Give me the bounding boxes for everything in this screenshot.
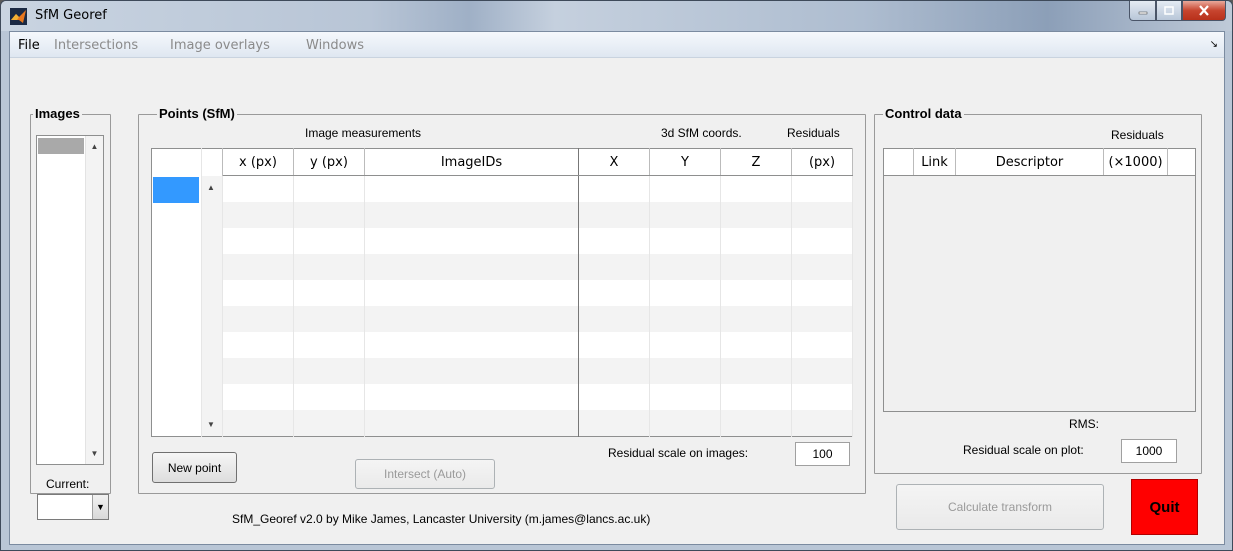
points-table-scroll-top xyxy=(201,148,223,176)
points-list-selection[interactable] xyxy=(153,177,199,203)
calculate-transform-button[interactable]: Calculate transform xyxy=(896,484,1104,530)
points-panel-title: Points (SfM) xyxy=(157,106,237,121)
image-measurements-header: Image measurements xyxy=(305,126,422,140)
table-row[interactable] xyxy=(151,201,853,228)
scroll-up-icon[interactable]: ▲ xyxy=(86,142,103,151)
control-row-header-corner xyxy=(883,148,914,176)
close-button[interactable] xyxy=(1182,1,1226,21)
table-row[interactable] xyxy=(151,253,853,280)
scroll-up-icon[interactable]: ▲ xyxy=(207,183,215,192)
app-window: SfM Georef File Intersections Image over… xyxy=(0,0,1233,551)
table-row[interactable] xyxy=(151,384,853,411)
control-data-title: Control data xyxy=(883,106,964,121)
new-point-button[interactable]: New point xyxy=(152,452,237,483)
minimize-icon xyxy=(1138,11,1147,14)
window-title: SfM Georef xyxy=(35,8,107,23)
current-label: Current: xyxy=(46,477,90,491)
residual-scale-images-input[interactable]: 100 xyxy=(795,442,850,466)
table-row[interactable] xyxy=(151,305,853,333)
maximize-icon xyxy=(1164,6,1174,15)
col-header-y: Y xyxy=(649,148,721,176)
control-data-table[interactable]: Link Descriptor (×1000) xyxy=(883,148,1196,412)
table-row[interactable] xyxy=(151,227,853,254)
sfm-coords-header: 3d SfM coords. xyxy=(661,126,742,140)
col-header-y-px: y (px) xyxy=(293,148,365,176)
control-header-filler xyxy=(1167,148,1196,176)
matlab-logo-icon xyxy=(10,8,27,25)
table-row[interactable] xyxy=(151,358,853,385)
current-image-dropdown[interactable]: ▼ xyxy=(37,494,109,520)
images-panel-title: Images xyxy=(33,106,82,121)
col-header-image-ids: ImageIDs xyxy=(364,148,579,176)
title-bar[interactable]: SfM Georef xyxy=(1,1,1232,31)
table-row[interactable] xyxy=(151,175,853,202)
row-header-corner xyxy=(151,148,202,176)
control-data-panel: Control data Residuals Link Descriptor (… xyxy=(874,106,1202,474)
table-row[interactable] xyxy=(151,410,853,437)
figure-client-area: File Intersections Image overlays Window… xyxy=(9,31,1225,545)
menu-image-overlays[interactable]: Image overlays xyxy=(170,38,270,53)
col-header-z: Z xyxy=(720,148,792,176)
residual-scale-plot-input[interactable]: 1000 xyxy=(1121,439,1177,463)
col-header-x-px: x (px) xyxy=(222,148,294,176)
maximize-button[interactable] xyxy=(1156,1,1182,21)
images-panel: Images ▲ ▼ xyxy=(30,106,111,494)
residual-scale-images-label: Residual scale on images: xyxy=(608,446,749,460)
quit-button[interactable]: Quit xyxy=(1131,479,1198,535)
points-table[interactable]: x (px) y (px) ImageIDs X Y Z (px) xyxy=(151,148,853,437)
residual-scale-plot-label: Residual scale on plot: xyxy=(963,443,1084,457)
control-residuals-header: Residuals xyxy=(1111,128,1164,142)
images-listbox[interactable]: ▲ ▼ xyxy=(36,135,104,465)
images-scrollbar[interactable]: ▲ ▼ xyxy=(85,136,103,464)
table-row[interactable] xyxy=(151,332,853,359)
scroll-down-icon[interactable]: ▼ xyxy=(86,449,103,458)
chevron-down-icon: ▼ xyxy=(92,495,108,519)
residuals-header: Residuals xyxy=(787,126,840,140)
credit-text: SfM_Georef v2.0 by Mike James, Lancaster… xyxy=(232,512,651,526)
points-panel: Points (SfM) Image measurements 3d SfM c… xyxy=(138,106,866,494)
window-controls xyxy=(1129,1,1226,21)
intersect-auto-button[interactable]: Intersect (Auto) xyxy=(355,459,495,489)
control-table-empty-area xyxy=(883,175,1196,412)
col-header-descriptor: Descriptor xyxy=(955,148,1104,176)
menu-windows[interactable]: Windows xyxy=(306,38,364,53)
scroll-down-icon[interactable]: ▼ xyxy=(207,420,215,429)
col-header-x: X xyxy=(578,148,650,176)
close-icon xyxy=(1199,5,1209,16)
menu-file[interactable]: File xyxy=(18,38,40,53)
images-list-selection xyxy=(38,138,84,154)
table-row[interactable] xyxy=(151,279,853,306)
rms-label: RMS: xyxy=(1069,417,1099,431)
menu-intersections[interactable]: Intersections xyxy=(54,38,138,53)
minimize-button[interactable] xyxy=(1129,1,1156,21)
col-header-residual-x1000: (×1000) xyxy=(1103,148,1168,176)
toolbar-toggle-icon[interactable]: ↘ xyxy=(1210,39,1218,50)
col-header-link: Link xyxy=(913,148,956,176)
col-header-residual-px: (px) xyxy=(791,148,853,176)
menu-bar: File Intersections Image overlays Window… xyxy=(10,32,1224,58)
